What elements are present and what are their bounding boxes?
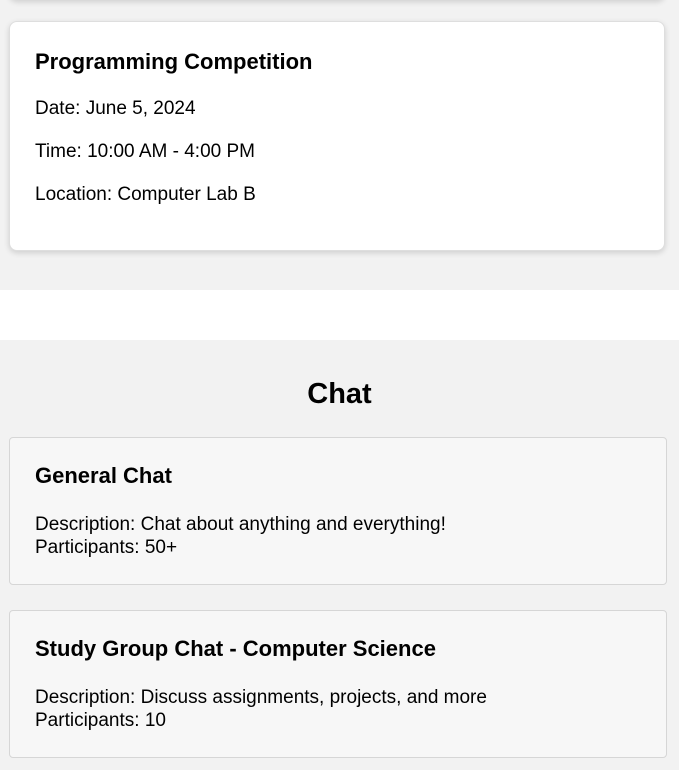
chat-room-description: Description: Discuss assignments, projec… (35, 687, 487, 708)
event-location: Location: Computer Lab B (35, 184, 256, 205)
event-time: Time: 10:00 AM - 4:00 PM (35, 141, 255, 162)
chat-room-title: General Chat (35, 463, 172, 488)
chat-heading: Chat (307, 378, 372, 410)
chat-room-card-general[interactable]: General Chat Description: Chat about any… (9, 437, 667, 585)
event-date: Date: June 5, 2024 (35, 98, 196, 119)
events-section: Programming Competition Date: June 5, 20… (0, 0, 679, 290)
page: Programming Competition Date: June 5, 20… (0, 0, 679, 770)
chat-room-description: Description: Chat about anything and eve… (35, 514, 446, 535)
chat-room-card-study-group[interactable]: Study Group Chat - Computer Science Desc… (9, 610, 667, 758)
chat-room-participants: Participants: 50+ (35, 537, 178, 558)
event-card: Programming Competition Date: June 5, 20… (9, 21, 665, 251)
chat-room-title: Study Group Chat - Computer Science (35, 636, 436, 661)
chat-section: Chat General Chat Description: Chat abou… (0, 340, 679, 770)
event-title: Programming Competition (35, 49, 313, 74)
chat-room-participants: Participants: 10 (35, 710, 166, 731)
